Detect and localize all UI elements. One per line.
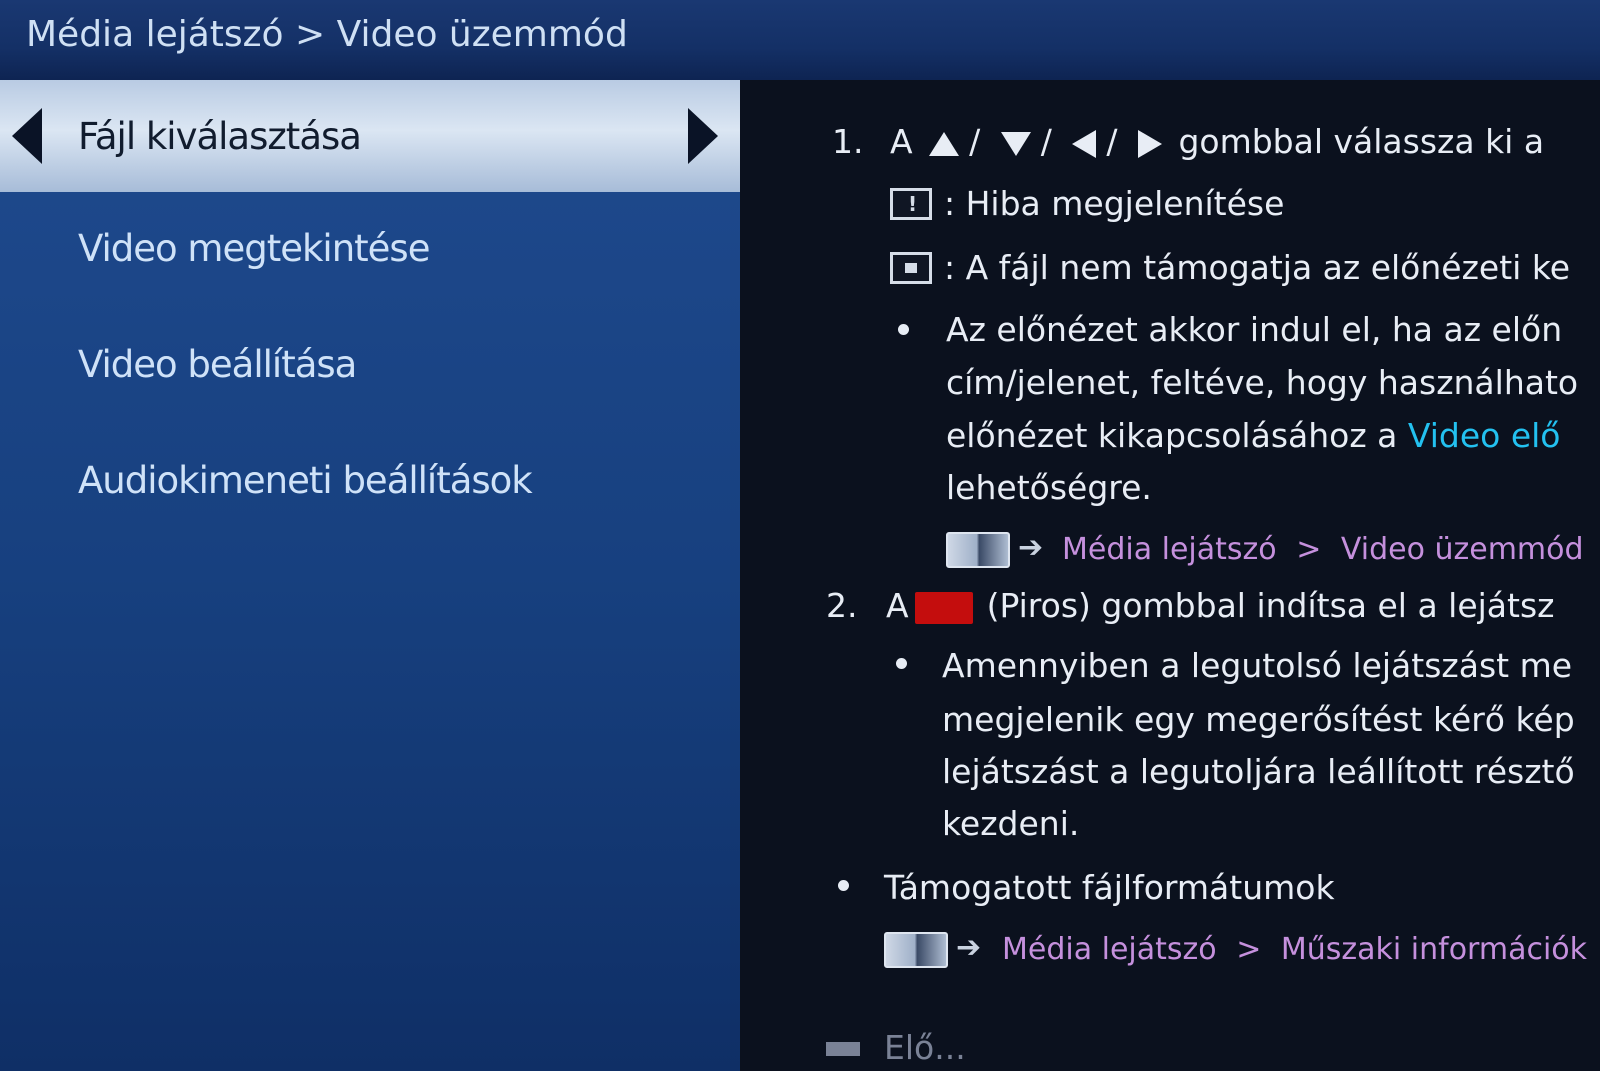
- error-icon: !: [890, 188, 932, 220]
- manual-book-icon: [946, 532, 1010, 568]
- step-2-suffix: (Piros) gombbal indítsa el a lejátsz: [986, 586, 1555, 625]
- section-marker: [826, 1042, 860, 1056]
- preview-note-line-2: cím/jelenet, feltéve, hogy használhato: [946, 363, 1579, 402]
- preview-note-text: előnézet kikapcsolásához a: [946, 416, 1408, 455]
- bullet-icon: [838, 880, 849, 891]
- cut-off-heading: Elő...: [884, 1028, 966, 1067]
- manual-content: 1. A / / / gombbal válassza ki a ! : Hib…: [740, 80, 1600, 1071]
- bullet-icon: [896, 658, 907, 669]
- separator: /: [1106, 122, 1118, 161]
- resume-note-line-1: Amennyiben a legutolsó lejátszást me: [942, 646, 1573, 685]
- step-1-suffix: gombbal válassza ki a: [1178, 122, 1545, 161]
- sidebar-item-label: Fájl kiválasztása: [78, 114, 362, 158]
- preview-note-line-1: Az előnézet akkor indul el, ha az előn: [946, 310, 1563, 349]
- sidebar-item-label: Video beállítása: [78, 342, 357, 386]
- up-triangle-icon: [929, 131, 960, 156]
- step-1-prefix: A: [890, 122, 913, 161]
- resume-note-line-2: megjelenik egy megerősítést kérő kép: [942, 700, 1575, 739]
- ref-media-player: Média lejátszó: [1062, 532, 1277, 567]
- ref-technical-info: Műszaki információk: [1280, 932, 1588, 967]
- sidebar-item-label: Audiokimeneti beállítások: [78, 458, 533, 502]
- step-2-text: A (Piros) gombbal indítsa el a lejátsz: [886, 586, 1554, 625]
- reference-link-video-mode[interactable]: Média lejátszó > Video üzemmód: [1062, 532, 1584, 567]
- title-bar: Média lejátszó > Video üzemmód: [0, 0, 1600, 80]
- sidebar-item-file-selection[interactable]: Fájl kiválasztása: [0, 80, 740, 192]
- sidebar-item-video-settings[interactable]: Video beállítása: [0, 308, 740, 420]
- down-triangle-icon: [1000, 131, 1031, 156]
- right-arrow-icon[interactable]: [688, 108, 718, 164]
- ref-media-player: Média lejátszó: [1002, 932, 1217, 967]
- sidebar-item-audio-output[interactable]: Audiokimeneti beállítások: [0, 424, 740, 536]
- step-1-number: 1.: [832, 122, 864, 161]
- right-triangle-icon: [1137, 129, 1162, 158]
- error-icon-description: : Hiba megjelenítése: [944, 184, 1285, 223]
- left-arrow-icon[interactable]: [12, 108, 42, 164]
- preview-note-line-4: lehetőségre.: [946, 468, 1152, 507]
- resume-note-line-4: kezdeni.: [942, 804, 1080, 843]
- ref-separator: >: [1296, 532, 1322, 567]
- step-1-text: A / / / gombbal válassza ki a: [890, 122, 1544, 161]
- step-2-number: 2.: [826, 586, 858, 625]
- preview-note-line-3: előnézet kikapcsolásához a Video elő: [946, 416, 1560, 455]
- step-2-prefix: A: [886, 586, 909, 625]
- arrow-right-icon: ➔: [956, 930, 982, 965]
- reference-link-technical-info[interactable]: Média lejátszó > Műszaki információk: [1002, 932, 1587, 967]
- unsupported-preview-icon: [890, 252, 932, 284]
- supported-formats-label: Támogatott fájlformátumok: [884, 868, 1335, 907]
- bullet-icon: [898, 324, 909, 335]
- separator: /: [969, 122, 981, 161]
- arrow-right-icon: ➔: [1018, 530, 1044, 565]
- breadcrumb: Média lejátszó > Video üzemmód: [26, 14, 628, 55]
- sidebar-item-label: Video megtekintése: [78, 226, 430, 270]
- sidebar-item-video-view[interactable]: Video megtekintése: [0, 192, 740, 304]
- video-preview-link[interactable]: Video elő: [1408, 416, 1561, 455]
- sidebar-menu: Fájl kiválasztása Video megtekintése Vid…: [0, 80, 740, 1071]
- ref-separator: >: [1236, 932, 1262, 967]
- manual-book-icon: [884, 932, 948, 968]
- ref-video-mode: Video üzemmód: [1340, 532, 1584, 567]
- resume-note-line-3: lejátszást a legutoljára leállított rész…: [942, 752, 1575, 791]
- unsupported-icon-description: : A fájl nem támogatja az előnézeti ke: [944, 248, 1571, 287]
- red-button-icon: [914, 591, 973, 624]
- separator: /: [1040, 122, 1052, 161]
- left-triangle-icon: [1072, 129, 1097, 158]
